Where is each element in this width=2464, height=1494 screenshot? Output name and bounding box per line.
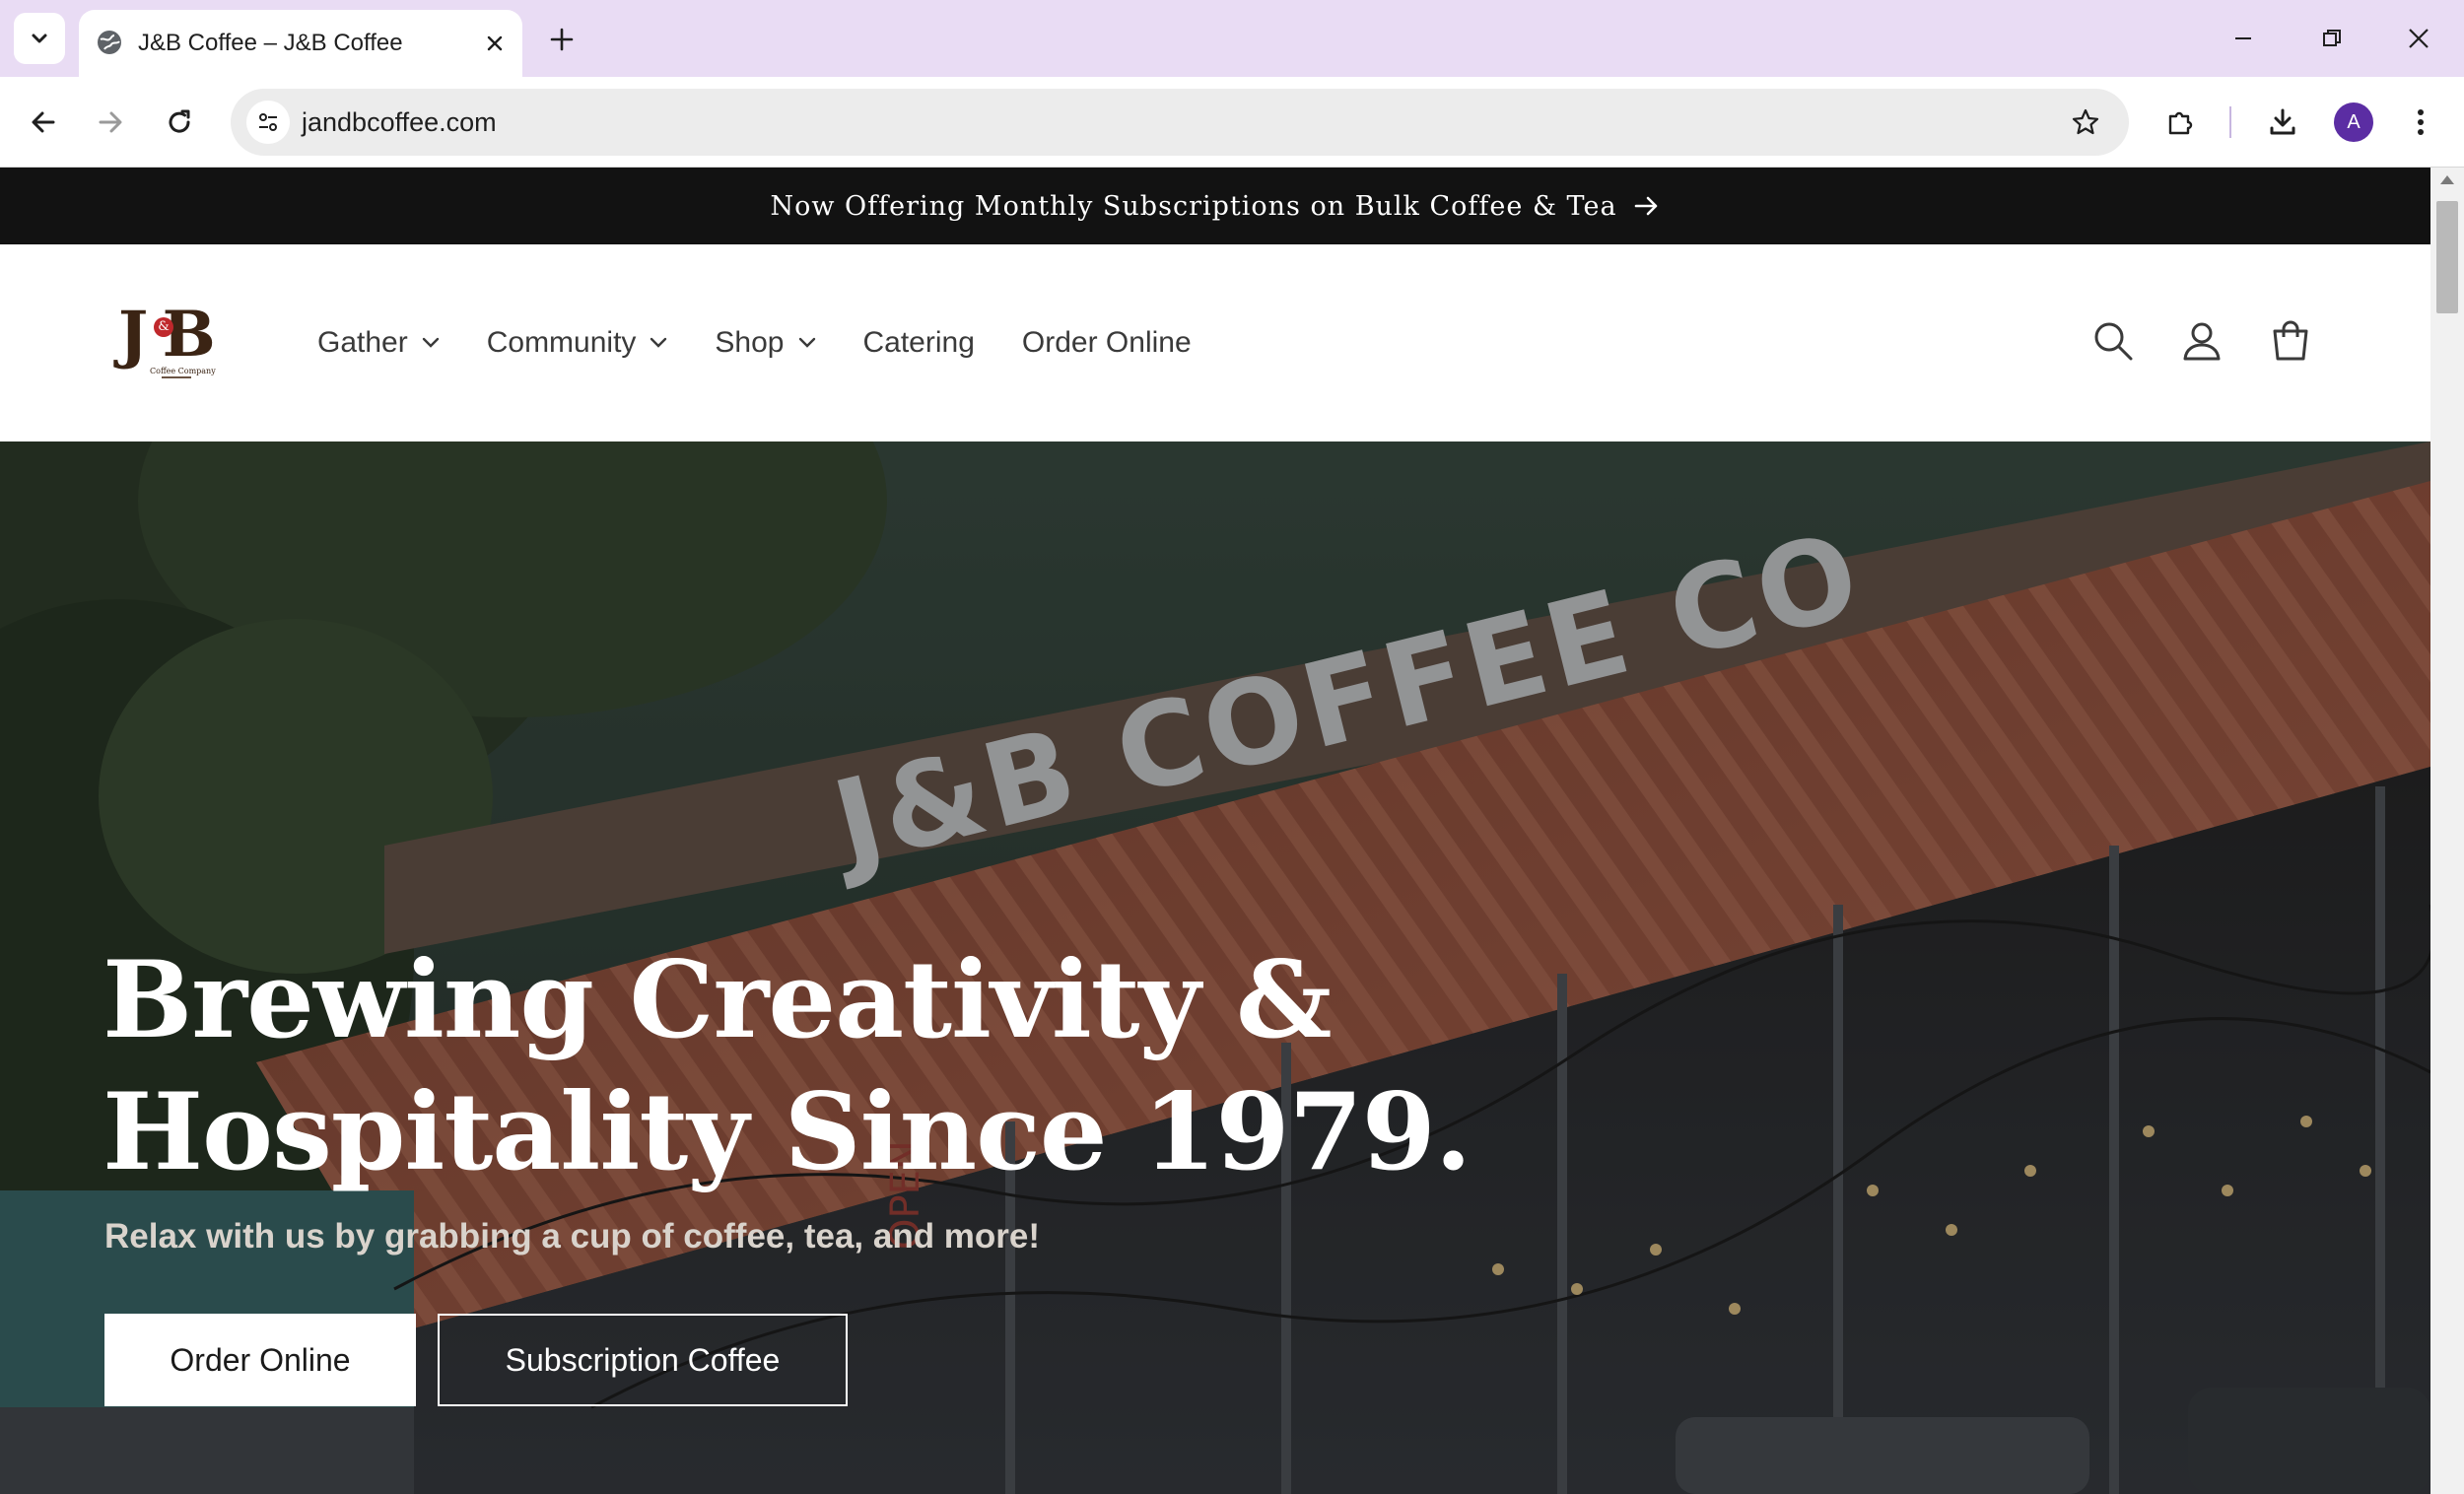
cart-icon [2273, 320, 2308, 361]
restore-button[interactable] [2302, 10, 2361, 67]
address-bar[interactable]: jandbcoffee.com [231, 89, 2129, 156]
tune-icon [259, 113, 277, 131]
account-button[interactable] [2174, 313, 2229, 369]
tab-title: J&B Coffee – J&B Coffee [138, 30, 403, 56]
download-icon [2270, 108, 2295, 135]
forward-button[interactable] [87, 99, 134, 146]
more-vertical-icon [2418, 109, 2424, 135]
nav-item-community[interactable]: Community [487, 326, 668, 360]
reload-button[interactable] [156, 99, 203, 146]
nav-item-shop[interactable]: Shop [715, 326, 815, 360]
hero-subheading: Relax with us by grabbing a cup of coffe… [104, 1217, 1041, 1256]
announcement-bar[interactable]: Now Offering Monthly Subscriptions on Bu… [0, 168, 2430, 244]
back-button[interactable] [20, 99, 67, 146]
search-icon [2094, 322, 2133, 361]
chevron-down-icon [422, 337, 440, 349]
forward-arrow-icon [99, 111, 122, 133]
cart-button[interactable] [2263, 313, 2318, 369]
hero-banner: J&B COFFEE CO OPEN Brewing Creativity & … [0, 441, 2430, 1494]
url-text[interactable]: jandbcoffee.com [302, 107, 497, 138]
hero-heading-line2: Hospitality Since 1979. [103, 1070, 1472, 1194]
main-nav: Gather Community Shop Catering Order Onl… [317, 321, 1239, 365]
nav-label: Catering [862, 326, 975, 359]
back-arrow-icon [32, 111, 55, 133]
account-icon [2183, 322, 2221, 361]
web-page: Now Offering Monthly Subscriptions on Bu… [0, 168, 2430, 1494]
search-button[interactable] [2086, 313, 2141, 369]
hero-heading-line1: Brewing Creativity & [103, 938, 1333, 1062]
close-icon [487, 35, 503, 51]
nav-label: Gather [317, 326, 408, 359]
profile-avatar[interactable]: A [2334, 102, 2373, 142]
restore-icon [2323, 30, 2341, 46]
order-online-button[interactable]: Order Online [104, 1314, 416, 1406]
chevron-down-icon [32, 34, 47, 43]
nav-label: Community [486, 326, 637, 359]
plus-icon [550, 28, 574, 51]
tab-close-button[interactable] [477, 26, 513, 61]
downloads-button[interactable] [2259, 99, 2306, 146]
site-logo[interactable]: J B & Coffee Company [118, 302, 227, 384]
arrow-right-icon [1633, 194, 1661, 218]
chevron-down-icon [650, 337, 667, 349]
bookmark-button[interactable] [2066, 102, 2105, 142]
new-tab-button[interactable] [540, 18, 583, 61]
star-icon [2072, 108, 2099, 135]
page-scrollbar[interactable] [2430, 168, 2464, 1494]
scroll-up-arrow-icon[interactable] [2440, 175, 2454, 184]
scrollbar-thumb[interactable] [2436, 201, 2458, 313]
subscription-coffee-button[interactable]: Subscription Coffee [438, 1314, 848, 1406]
browser-menu-button[interactable] [2397, 99, 2444, 146]
tab-search-button[interactable] [14, 13, 65, 64]
logo-rule [162, 376, 191, 378]
globe-icon [98, 31, 121, 54]
site-info-button[interactable] [246, 101, 290, 144]
puzzle-icon [2168, 111, 2193, 135]
reload-icon [169, 109, 190, 133]
browser-tab-strip: J&B Coffee – J&B Coffee [0, 0, 2464, 77]
logo-tagline: Coffee Company [150, 367, 216, 375]
nav-item-gather[interactable]: Gather [317, 326, 440, 360]
nav-label: Shop [715, 326, 785, 359]
logo-ampersand: & [154, 317, 173, 337]
nav-item-order-online[interactable]: Order Online [1022, 326, 1192, 360]
window-close-button[interactable] [2389, 10, 2448, 67]
chevron-down-icon [798, 337, 816, 349]
minimize-icon [2235, 37, 2251, 39]
nav-item-catering[interactable]: Catering [863, 326, 975, 360]
close-icon [2409, 29, 2429, 48]
browser-tab-active[interactable]: J&B Coffee – J&B Coffee [79, 10, 522, 77]
extensions-button[interactable] [2156, 99, 2204, 146]
toolbar-divider [2229, 106, 2231, 138]
minimize-button[interactable] [2214, 10, 2273, 67]
hero-heading: Brewing Creativity & Hospitality Since 1… [103, 934, 1482, 1198]
announcement-text[interactable]: Now Offering Monthly Subscriptions on Bu… [770, 191, 1616, 222]
site-header: J B & Coffee Company Gather Community Sh… [0, 244, 2430, 441]
browser-toolbar: jandbcoffee.com A [0, 77, 2464, 168]
nav-label: Order Online [1021, 326, 1192, 359]
